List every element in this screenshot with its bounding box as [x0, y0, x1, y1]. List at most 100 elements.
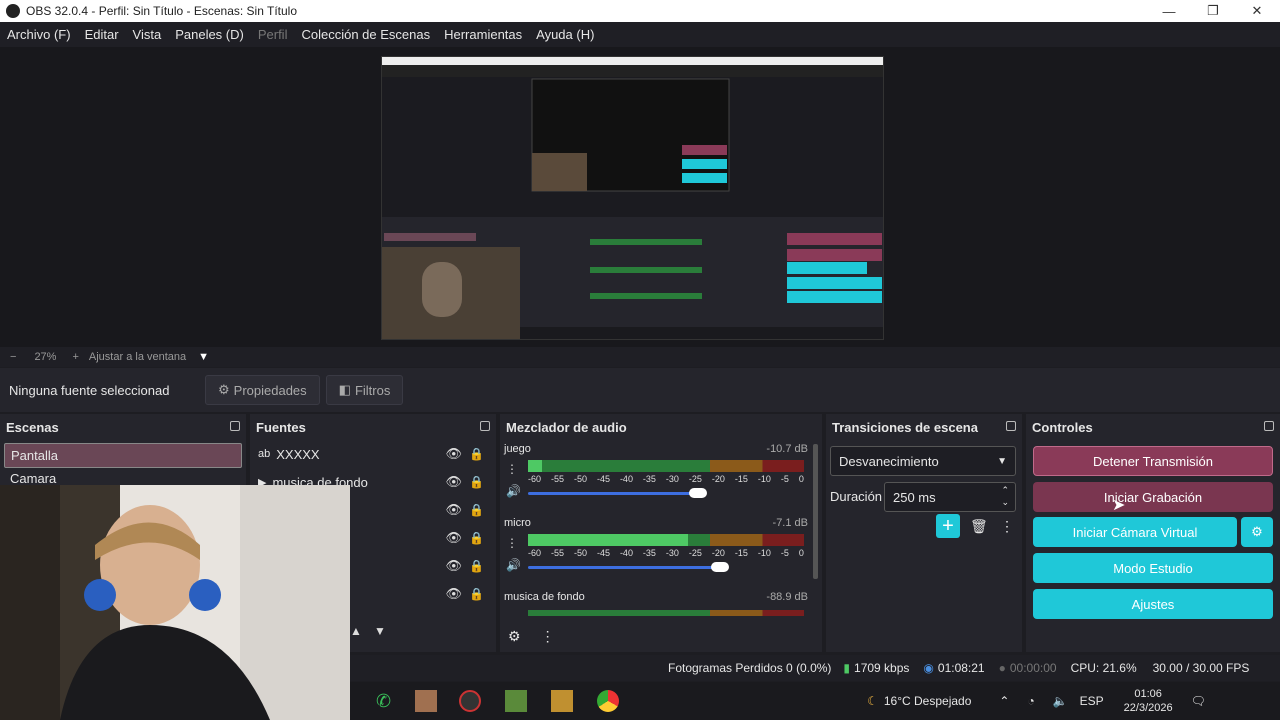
- minecraft-icon[interactable]: [505, 690, 528, 712]
- stepper-up-icon[interactable]: ⌃: [1001, 485, 1009, 496]
- lock-icon[interactable]: 🔒: [469, 531, 484, 545]
- weather-text[interactable]: 16°C Despejado: [884, 694, 972, 708]
- notification-icon[interactable]: 🗨: [1191, 694, 1206, 708]
- speaker-icon[interactable]: 🔊: [506, 558, 521, 572]
- moon-icon: ☾: [867, 694, 878, 708]
- close-button[interactable]: ✕: [1234, 0, 1280, 22]
- add-transition-button[interactable]: +: [936, 514, 960, 538]
- clock-time: 01:06: [1134, 688, 1162, 700]
- chevron-up-icon[interactable]: ⌃: [999, 694, 1009, 708]
- duration-input[interactable]: 250 ms ⌃ ⌄: [884, 482, 1016, 512]
- source-item[interactable]: ab XXXXX 👁 🔒: [250, 440, 496, 468]
- slider-knob[interactable]: [711, 562, 730, 572]
- slider-knob[interactable]: [689, 488, 708, 498]
- undock-icon[interactable]: [230, 421, 240, 431]
- lock-icon[interactable]: 🔒: [469, 587, 484, 601]
- eye-icon[interactable]: 👁: [445, 586, 462, 602]
- scene-label: Pantalla: [11, 448, 58, 463]
- fit-to-window-label[interactable]: Ajustar a la ventana: [89, 351, 186, 363]
- undock-icon[interactable]: [480, 421, 490, 431]
- no-source-label: Ninguna fuente seleccionad: [9, 382, 170, 398]
- maximize-button[interactable]: ❐: [1190, 0, 1236, 22]
- meter-tick: -30: [665, 474, 679, 484]
- minimize-button[interactable]: —: [1146, 0, 1192, 22]
- volume-slider[interactable]: [528, 562, 730, 572]
- zoom-out-button[interactable]: −: [10, 351, 16, 363]
- whatsapp-icon[interactable]: ✆: [376, 691, 391, 712]
- volume-slider[interactable]: [528, 488, 708, 498]
- meter-fill: [528, 534, 689, 546]
- eye-icon[interactable]: 👁: [445, 474, 462, 490]
- lock-icon[interactable]: 🔒: [469, 503, 484, 517]
- virtual-camera-settings-button[interactable]: ⚙: [1241, 517, 1273, 547]
- game-icon[interactable]: [551, 690, 574, 712]
- undock-icon[interactable]: [1264, 421, 1274, 431]
- trash-icon[interactable]: 🗑: [970, 518, 988, 535]
- move-down-button[interactable]: ▼: [374, 624, 386, 638]
- text-source-icon: ab: [258, 448, 271, 460]
- start-recording-button[interactable]: Iniciar Grabación: [1033, 482, 1273, 512]
- undock-icon[interactable]: [1006, 421, 1016, 431]
- kebab-menu-icon[interactable]: ⋮: [541, 628, 555, 645]
- volume-icon[interactable]: 🔈: [1053, 694, 1068, 708]
- mixer-footer: ⚙ ⋮: [500, 620, 822, 652]
- move-up-button[interactable]: ▲: [350, 624, 362, 638]
- meter-tick: -25: [688, 548, 702, 558]
- meter-fill: [528, 460, 542, 472]
- lock-icon[interactable]: 🔒: [469, 559, 484, 573]
- eye-icon[interactable]: 👁: [445, 502, 462, 518]
- menu-ayuda[interactable]: Ayuda (H): [529, 27, 601, 42]
- clock[interactable]: 01:06 22/3/2026: [1124, 687, 1173, 715]
- meter-tick: -15: [734, 548, 748, 558]
- properties-button[interactable]: ⚙ Propiedades: [205, 375, 320, 405]
- meter-tick: -50: [573, 474, 587, 484]
- mixer-channel: micro -7.1 dB ⋮ -60 -55 -50 -45 -40 -35 -30 -25…: [500, 514, 822, 588]
- meter-tick: -25: [688, 474, 702, 484]
- obs-taskbar-icon[interactable]: [459, 690, 482, 712]
- stop-stream-button[interactable]: Detener Transmisión: [1033, 446, 1273, 476]
- filters-button[interactable]: ◧ Filtros: [325, 375, 404, 405]
- gear-icon[interactable]: ⚙: [508, 628, 521, 645]
- transition-select[interactable]: Desvanecimiento ▼: [830, 446, 1016, 476]
- menu-paneles[interactable]: Paneles (D): [168, 27, 251, 42]
- chrome-icon[interactable]: [597, 690, 620, 712]
- lock-icon[interactable]: 🔒: [469, 447, 484, 461]
- menu-vista[interactable]: Vista: [126, 27, 169, 42]
- meter-ticks: -60 -55 -50 -45 -40 -35 -30 -25 -20 -15 -10 -5 0: [528, 548, 804, 558]
- program-preview[interactable]: [381, 56, 884, 340]
- chevron-down-icon[interactable]: ▼: [198, 351, 209, 363]
- menu-editar[interactable]: Editar: [78, 27, 126, 42]
- properties-label: Propiedades: [233, 382, 307, 398]
- lock-icon[interactable]: 🔒: [469, 475, 484, 489]
- source-label: XXXXX: [276, 446, 320, 462]
- speaker-icon[interactable]: 🔊: [506, 484, 521, 498]
- meter-tick: -10: [757, 548, 771, 558]
- zoom-in-button[interactable]: +: [72, 351, 78, 363]
- record-icon: ●: [998, 661, 1006, 675]
- volume-meter: [528, 610, 804, 616]
- eye-icon[interactable]: 👁: [445, 558, 462, 574]
- zoom-level: 27%: [34, 351, 57, 363]
- kebab-menu-icon[interactable]: ⋮: [1000, 518, 1014, 535]
- menu-archivo[interactable]: Archivo (F): [0, 27, 78, 42]
- settings-button[interactable]: Ajustes: [1033, 589, 1273, 619]
- menu-perfil[interactable]: Perfil: [251, 27, 295, 42]
- chevron-down-icon: ▼: [997, 455, 1007, 467]
- eye-icon[interactable]: 👁: [445, 530, 462, 546]
- kebab-menu-icon[interactable]: ⋮: [506, 536, 518, 550]
- studio-mode-button[interactable]: Modo Estudio: [1033, 553, 1273, 583]
- stepper-down-icon[interactable]: ⌄: [1001, 497, 1009, 508]
- start-virtual-camera-button[interactable]: Iniciar Cámara Virtual: [1033, 517, 1237, 547]
- transitions-dock: Transiciones de escena Desvanecimiento ▼…: [826, 414, 1022, 652]
- mixer-title: Mezclador de audio: [500, 414, 822, 440]
- menu-herramientas[interactable]: Herramientas: [437, 27, 529, 42]
- app-icon[interactable]: [415, 690, 438, 712]
- meter-tick: 0: [798, 548, 804, 558]
- meter-tick: -55: [550, 548, 564, 558]
- stream-icon: ◉: [923, 661, 934, 675]
- menu-coleccion-escenas[interactable]: Colección de Escenas: [294, 27, 437, 42]
- eye-icon[interactable]: 👁: [445, 446, 462, 462]
- scene-item[interactable]: Pantalla: [4, 443, 242, 468]
- kebab-menu-icon[interactable]: ⋮: [506, 462, 518, 476]
- language-indicator[interactable]: ESP: [1080, 694, 1104, 708]
